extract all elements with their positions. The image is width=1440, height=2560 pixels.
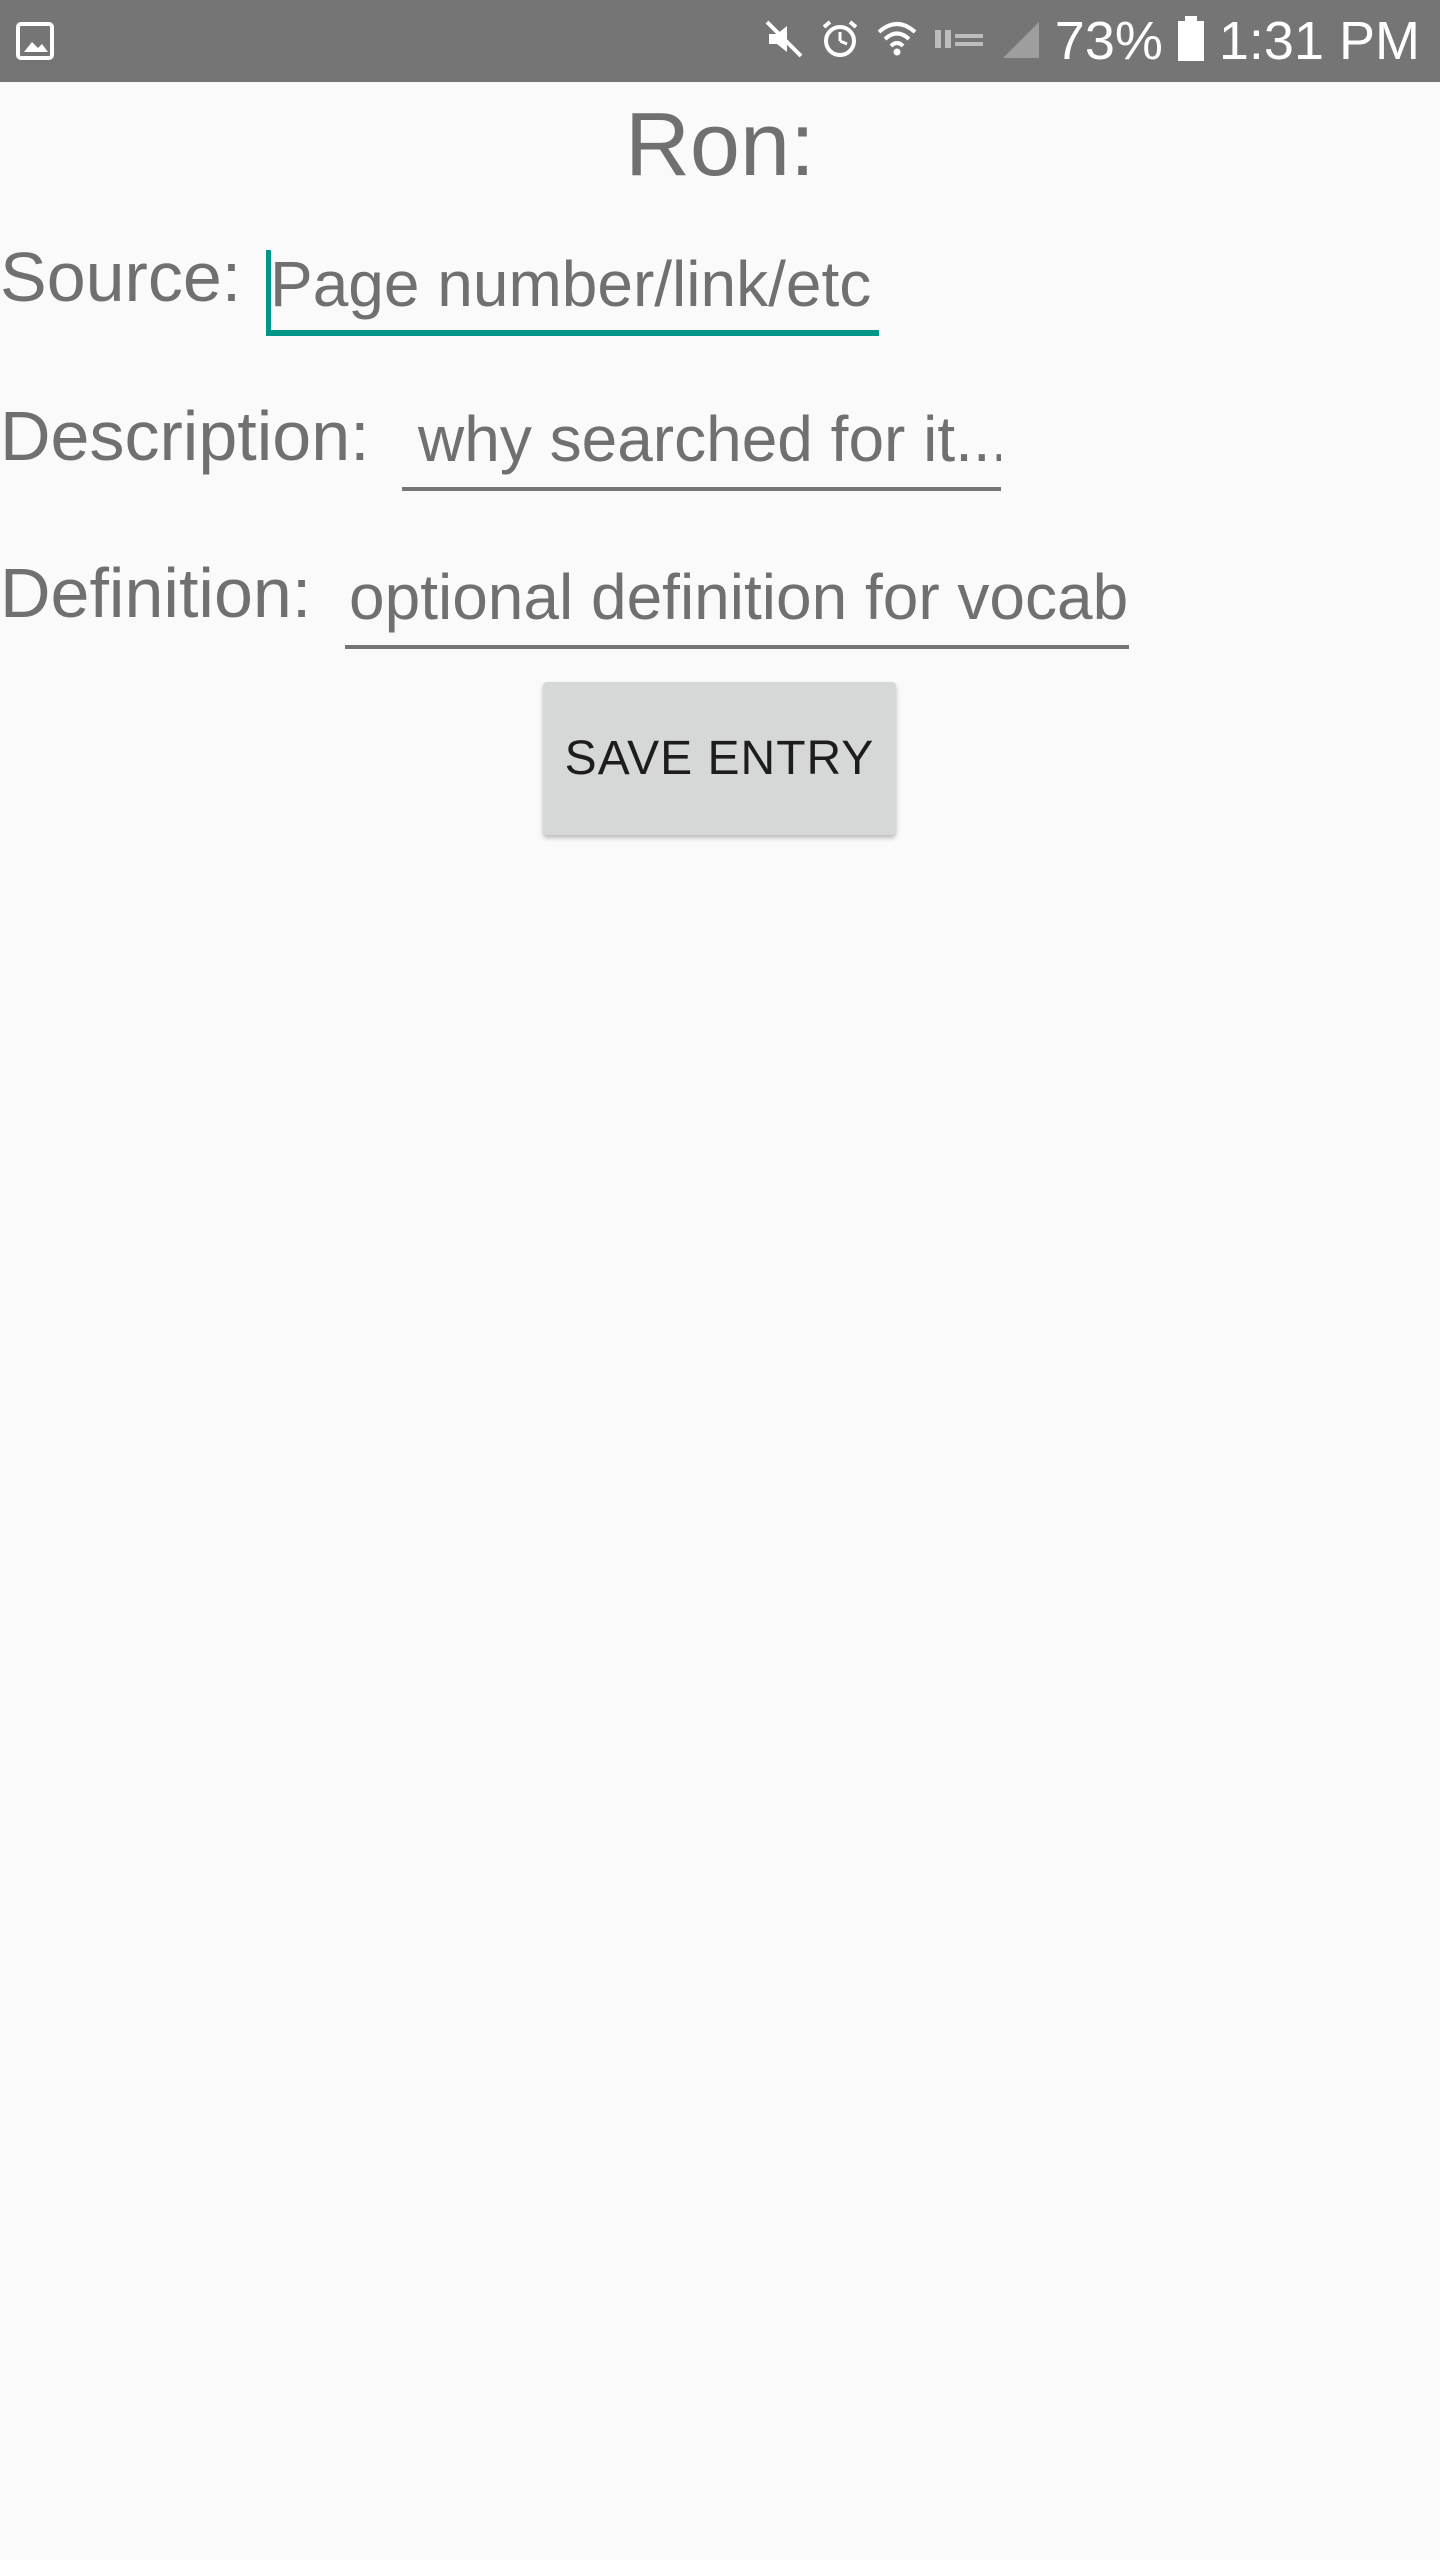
- source-field[interactable]: [266, 236, 879, 336]
- page-title: Ron:: [624, 95, 816, 195]
- battery-icon: [1177, 15, 1205, 67]
- lte-icon: [933, 22, 985, 61]
- definition-field[interactable]: [345, 549, 1129, 649]
- description-underline: [402, 487, 1001, 491]
- description-input[interactable]: [402, 391, 1001, 487]
- gallery-icon: [16, 22, 54, 60]
- mute-icon: [763, 18, 805, 65]
- wifi-icon: [875, 18, 919, 65]
- signal-icon: [999, 18, 1041, 65]
- alarm-icon: [819, 18, 861, 65]
- clock: 1:31 PM: [1218, 11, 1420, 71]
- text-cursor: [266, 250, 271, 330]
- definition-input[interactable]: [345, 549, 1129, 645]
- battery-percent: 73%: [1054, 11, 1163, 71]
- description-field[interactable]: [402, 391, 1001, 491]
- source-underline: [266, 330, 879, 336]
- status-icons: 73% 1:31 PM: [763, 0, 1420, 82]
- definition-underline: [345, 645, 1129, 649]
- source-input[interactable]: [266, 236, 879, 332]
- source-label: Source:: [0, 238, 242, 316]
- status-bar: 73% 1:31 PM: [0, 0, 1440, 82]
- definition-label: Definition:: [0, 554, 312, 632]
- save-entry-button[interactable]: SAVE ENTRY: [543, 682, 896, 835]
- description-label: Description:: [0, 397, 370, 475]
